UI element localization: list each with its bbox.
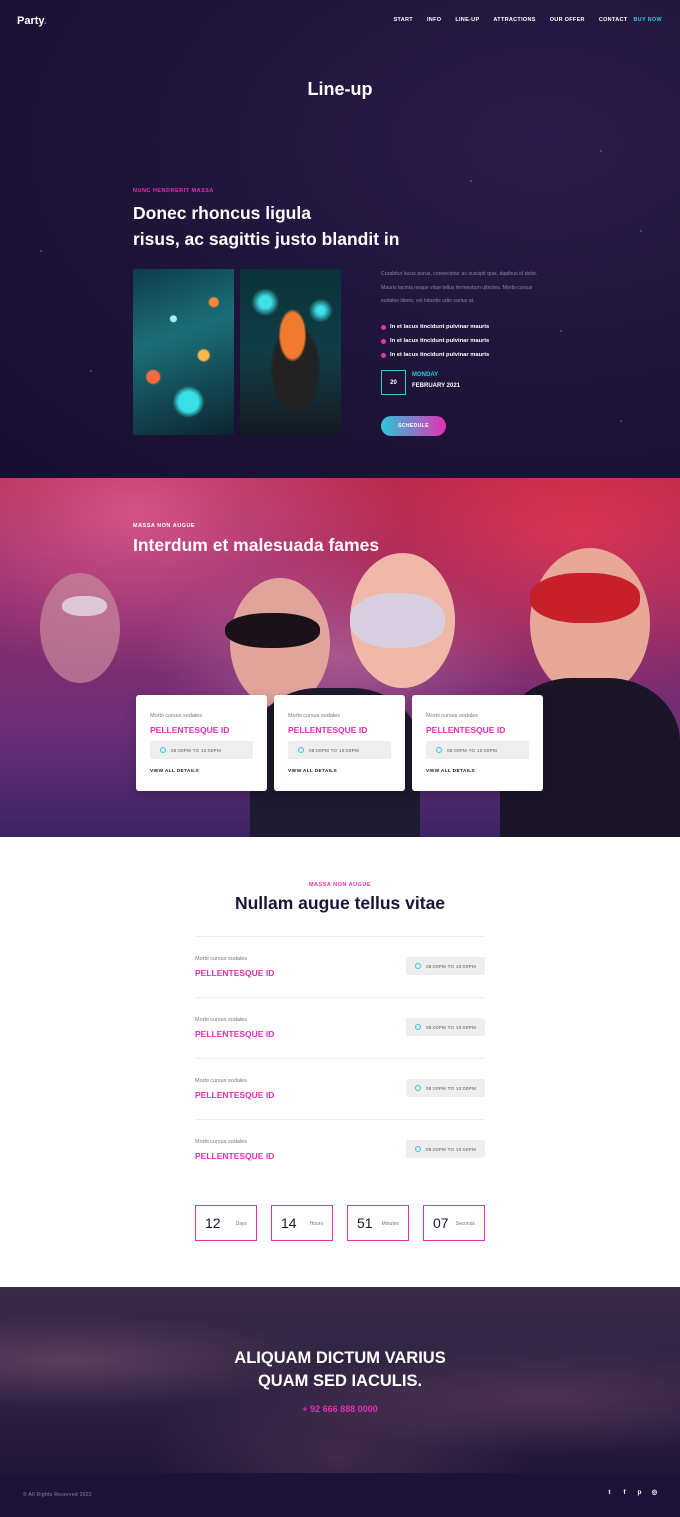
row-title: PELLENTESQUE ID — [195, 1029, 275, 1039]
hero-heading-line2: risus, ac sagittis justo blandit in — [133, 229, 400, 249]
card-subtitle: Morbi cursus sodales — [150, 713, 202, 719]
schedule-row: Morbi cursus sodales PELLENTESQUE ID 08:… — [195, 997, 485, 1058]
footer: © All Rights Reserved 2022 t f p ◎ — [0, 1473, 680, 1517]
nav-item-info[interactable]: INFO — [427, 17, 441, 23]
hero-heading: Donec rhoncus ligula risus, ac sagittis … — [133, 200, 433, 252]
clock-icon — [415, 1146, 421, 1152]
view-details-link[interactable]: VIEW ALL DETAILS — [288, 769, 337, 774]
card-title: PELLENTESQUE ID — [150, 725, 230, 735]
countdown-days: 12 Days — [195, 1205, 257, 1241]
clock-icon — [160, 747, 166, 753]
row-subtitle: Morbi cursus sodales — [195, 956, 247, 962]
time-pill: 08:00PM TO 10:00PM — [406, 957, 485, 975]
countdown-value: 51 — [357, 1215, 373, 1231]
event-card: Morbi cursus sodales PELLENTESQUE ID 08:… — [136, 695, 267, 791]
date-weekday: MONDAY — [412, 372, 439, 378]
bullet-dot-icon — [381, 352, 386, 358]
countdown-value: 14 — [281, 1215, 297, 1231]
schedule-eyebrow: MASSA NON AUGUE — [308, 882, 372, 888]
clock-icon — [415, 963, 421, 969]
schedule-row: Morbi cursus sodales PELLENTESQUE ID 08:… — [195, 1058, 485, 1119]
pinterest-icon[interactable]: p — [636, 1489, 643, 1496]
card-title: PELLENTESQUE ID — [426, 725, 506, 735]
clock-icon — [415, 1085, 421, 1091]
clock-icon — [415, 1024, 421, 1030]
hero-eyebrow: NUNC HENDRERIT MASSA — [133, 188, 214, 194]
hero-heading-line1: Donec rhoncus ligula — [133, 203, 311, 223]
countdown-value: 12 — [205, 1215, 221, 1231]
countdown-label: Hours — [309, 1221, 323, 1227]
row-subtitle: Morbi cursus sodales — [195, 1139, 247, 1145]
countdown-hours: 14 Hours — [271, 1205, 333, 1241]
buy-now-link[interactable]: BUY NOW — [633, 17, 662, 23]
instagram-icon[interactable]: ◎ — [651, 1489, 658, 1496]
schedule-row: Morbi cursus sodales PELLENTESQUE ID 08:… — [195, 1119, 485, 1180]
schedule-button[interactable]: SCHEDULE — [381, 416, 446, 436]
date-month: FEBRUARY 2021 — [412, 383, 461, 389]
row-title: PELLENTESQUE ID — [195, 968, 275, 978]
social-links: t f p ◎ — [606, 1489, 658, 1496]
list-item: In et lacus tincidunt pulvinar mauris — [381, 334, 489, 348]
cta-heading-line1: ALIQUAM DICTUM VARIUS — [234, 1349, 446, 1367]
time-pill: 08:00PM TO 10:00PM — [426, 741, 529, 759]
party-heading: Interdum et malesuada fames — [133, 535, 380, 555]
countdown-value: 07 — [433, 1215, 449, 1231]
bullet-dot-icon — [381, 324, 386, 330]
cta-heading-line2: QUAM SED IACULIS. — [257, 1372, 423, 1390]
time-pill: 08:00PM TO 10:00PM — [406, 1079, 485, 1097]
nav-item-our-offer[interactable]: OUR OFFER — [550, 17, 585, 23]
time-pill: 08:00PM TO 10:00PM — [288, 741, 391, 759]
view-details-link[interactable]: VIEW ALL DETAILS — [150, 769, 199, 774]
clock-icon — [436, 747, 442, 753]
nav-item-contact[interactable]: CONTACT — [599, 17, 628, 23]
schedule-heading: Nullam augue tellus vitae — [234, 893, 446, 913]
card-title: PELLENTESQUE ID — [288, 725, 368, 735]
nav-item-start[interactable]: START — [394, 17, 413, 23]
main-nav: START INFO LINE-UP ATTRACTIONS OUR OFFER… — [394, 17, 662, 23]
twitter-icon[interactable]: t — [606, 1489, 613, 1496]
clock-icon — [298, 747, 304, 753]
facebook-icon[interactable]: f — [621, 1489, 628, 1496]
card-subtitle: Morbi cursus sodales — [288, 713, 340, 719]
card-subtitle: Morbi cursus sodales — [426, 713, 478, 719]
countdown-minutes: 51 Minutes — [347, 1205, 409, 1241]
countdown-label: Seconds — [455, 1221, 475, 1227]
time-pill: 08:00PM TO 10:00PM — [406, 1018, 485, 1036]
nav-item-attractions[interactable]: ATTRACTIONS — [493, 17, 535, 23]
list-item: In et lacus tincidunt pulvinar mauris — [381, 320, 489, 334]
event-card: Morbi cursus sodales PELLENTESQUE ID 08:… — [412, 695, 543, 791]
countdown-label: Minutes — [381, 1221, 399, 1227]
hero-bullet-list: In et lacus tincidunt pulvinar mauris In… — [381, 320, 489, 362]
row-subtitle: Morbi cursus sodales — [195, 1017, 247, 1023]
row-title: PELLENTESQUE ID — [195, 1151, 275, 1161]
view-details-link[interactable]: VIEW ALL DETAILS — [426, 769, 475, 774]
time-pill: 08:00PM TO 10:00PM — [406, 1140, 485, 1158]
list-item: In et lacus tincidunt pulvinar mauris — [381, 348, 489, 362]
countdown-seconds: 07 Seconds — [423, 1205, 485, 1241]
cta-heading: ALIQUAM DICTUM VARIUS QUAM SED IACULIS. — [0, 1347, 680, 1393]
logo[interactable]: Party. — [17, 15, 47, 27]
row-subtitle: Morbi cursus sodales — [195, 1078, 247, 1084]
phone-link[interactable]: + 92 666 888 0000 — [0, 1404, 680, 1414]
copyright: © All Rights Reserved 2022 — [23, 1492, 93, 1498]
time-pill: 08:00PM TO 10:00PM — [150, 741, 253, 759]
countdown-label: Days — [235, 1221, 247, 1227]
bullet-dot-icon — [381, 338, 386, 344]
row-title: PELLENTESQUE ID — [195, 1090, 275, 1100]
party-photo-lights — [133, 269, 234, 435]
hero-paragraph: Curabitur lacus purus, consectetur ac su… — [381, 271, 538, 304]
party-photo-mascot — [240, 269, 341, 435]
date-number-box: 20 — [381, 370, 406, 395]
page-title: Line-up — [307, 79, 373, 99]
nav-item-line-up[interactable]: LINE-UP — [455, 17, 479, 23]
schedule-row: Morbi cursus sodales PELLENTESQUE ID 08:… — [195, 936, 485, 997]
event-card: Morbi cursus sodales PELLENTESQUE ID 08:… — [274, 695, 405, 791]
party-eyebrow: MASSA NON AUGUE — [133, 523, 196, 529]
